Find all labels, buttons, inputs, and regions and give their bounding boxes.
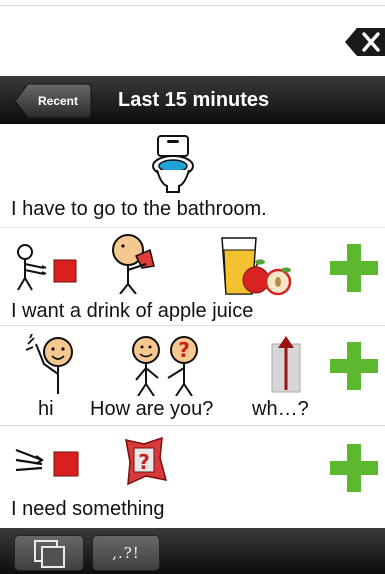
toilet-icon (152, 135, 194, 193)
svg-text:?: ? (138, 450, 150, 474)
top-divider (0, 5, 385, 6)
question-arrow-icon (271, 336, 301, 393)
plus-icon[interactable] (330, 342, 378, 390)
phrase-row[interactable]: I want a drink of apple juice (0, 228, 385, 326)
drink-icon (112, 234, 155, 294)
apple-juice-icon (221, 237, 292, 296)
phrase-row[interactable]: ? hi How are you? wh…? (0, 326, 385, 426)
close-x-icon[interactable] (345, 27, 385, 57)
copy-pages-icon (34, 540, 65, 568)
plus-icon[interactable] (330, 244, 378, 292)
phrase-text: I want a drink of apple juice (11, 300, 254, 322)
how-are-you-icon: ? (132, 336, 198, 396)
word-label: hi (38, 398, 54, 420)
phrase-row[interactable]: ? I need something (0, 426, 385, 528)
plus-icon[interactable] (330, 444, 378, 492)
word-label: wh…? (252, 398, 309, 420)
phrase-text: I have to go to the bathroom. (11, 198, 267, 220)
want-icon (17, 244, 77, 291)
message-area[interactable] (0, 0, 385, 76)
word-label: How are you? (90, 398, 214, 420)
hi-wave-icon (25, 334, 73, 394)
svg-text:?: ? (178, 338, 190, 362)
page-title: Last 15 minutes (118, 89, 270, 111)
phrase-text: I need something (11, 498, 165, 520)
phrase-row[interactable]: I have to go to the bathroom. (0, 124, 385, 228)
recent-button-label[interactable]: Recent (24, 83, 92, 119)
punctuation-label[interactable]: ,.?! (92, 535, 160, 571)
need-icon (15, 448, 79, 477)
something-question-icon: ? (125, 436, 168, 486)
